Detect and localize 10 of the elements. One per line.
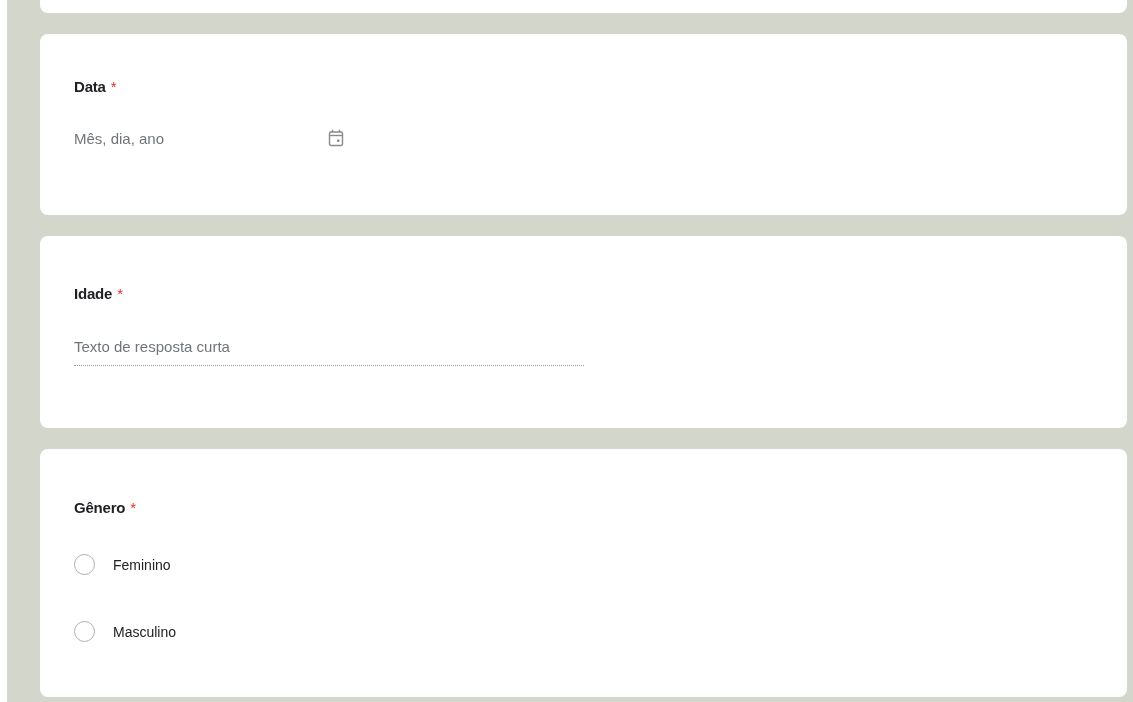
option-label[interactable]: Masculino: [113, 623, 177, 640]
required-asterisk: *: [130, 499, 136, 516]
question-title: Data: [74, 78, 106, 95]
required-asterisk: *: [110, 78, 117, 95]
required-asterisk: *: [117, 285, 123, 302]
question-title: Gênero: [74, 499, 126, 516]
answer-field[interactable]: Texto de resposta curta: [74, 338, 584, 366]
question-title: Idade: [74, 285, 113, 302]
option-label[interactable]: Feminino: [113, 556, 171, 573]
calendar-icon[interactable]: [328, 129, 344, 147]
